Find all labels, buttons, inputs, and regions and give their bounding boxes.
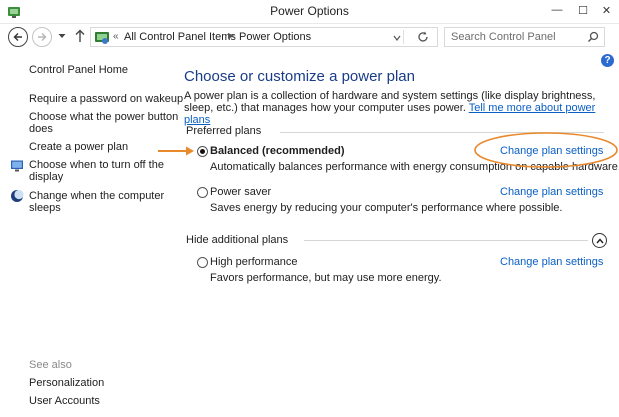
breadcrumb-separator[interactable]: ▶ xyxy=(228,31,234,40)
sidebar-power-button-line-1: Choose what the power button xyxy=(29,111,179,123)
sidebar-computer-sleeps-line-1: Change when the computer xyxy=(29,190,165,202)
close-button[interactable]: ✕ xyxy=(594,0,619,20)
chevron-down-icon[interactable] xyxy=(58,33,66,39)
page-title: Choose or customize a power plan xyxy=(184,68,415,85)
sidebar-require-password[interactable]: Require a password on wakeup xyxy=(29,93,183,105)
high-performance-radio[interactable] xyxy=(197,257,208,268)
breadcrumb-all-items[interactable]: All Control Panel Items xyxy=(124,31,236,43)
balanced-radio[interactable] xyxy=(197,146,208,157)
balanced-change-settings-link[interactable]: Change plan settings xyxy=(500,145,603,157)
moon-icon xyxy=(11,189,24,202)
path-overflow-chevron[interactable]: « xyxy=(113,31,119,42)
hide-additional-plans-label[interactable]: Hide additional plans xyxy=(186,234,288,246)
display-icon xyxy=(11,160,23,172)
intro-paragraph: A power plan is a collection of hardware… xyxy=(184,90,618,126)
high-performance-change-settings-link[interactable]: Change plan settings xyxy=(500,256,603,268)
main-content: ? Choose or customize a power plan A pow… xyxy=(170,50,619,417)
back-button[interactable] xyxy=(8,27,28,47)
window-title: Power Options xyxy=(270,4,349,18)
search-icon[interactable] xyxy=(587,31,599,43)
sidebar-computer-sleeps-line-2: sleeps xyxy=(29,202,61,214)
maximize-button[interactable]: ☐ xyxy=(570,0,596,20)
sidebar-power-button[interactable]: Choose what the power button does xyxy=(29,111,178,135)
sidebar-turn-off-display-line-2: display xyxy=(29,171,64,183)
sidebar-personalization[interactable]: Personalization xyxy=(29,377,104,389)
power-saver-plan-name[interactable]: Power saver xyxy=(210,186,271,198)
preferred-plans-label: Preferred plans xyxy=(186,125,262,137)
forward-button[interactable] xyxy=(32,27,52,47)
chevron-down-icon[interactable] xyxy=(393,32,401,44)
arrow-right-icon xyxy=(38,33,47,41)
sidebar-turn-off-display[interactable]: Choose when to turn off the display xyxy=(29,159,164,183)
balanced-plan-description: Automatically balances performance with … xyxy=(210,161,619,173)
address-path[interactable]: « All Control Panel Items ▶ Power Option… xyxy=(90,27,438,47)
see-also-heading: See also xyxy=(29,359,72,371)
power-saver-plan-description: Saves energy by reducing your computer's… xyxy=(210,202,563,214)
sidebar-power-button-line-2: does xyxy=(29,123,53,135)
minimize-button[interactable]: — xyxy=(544,0,570,20)
search-box[interactable] xyxy=(444,27,605,47)
balanced-plan-name[interactable]: Balanced (recommended) xyxy=(210,145,344,157)
arrow-up-icon[interactable] xyxy=(74,29,86,43)
search-input[interactable] xyxy=(445,28,585,46)
high-performance-plan-name[interactable]: High performance xyxy=(210,256,297,268)
sidebar-user-accounts[interactable]: User Accounts xyxy=(29,395,100,407)
power-saver-radio[interactable] xyxy=(197,187,208,198)
sidebar-create-plan[interactable]: Create a power plan xyxy=(29,141,128,153)
arrow-left-icon xyxy=(13,33,22,41)
collapse-plans-button[interactable] xyxy=(592,233,607,248)
high-performance-plan-description: Favors performance, but may use more ene… xyxy=(210,272,442,284)
additional-plans-divider xyxy=(304,240,588,241)
refresh-icon[interactable] xyxy=(417,31,429,43)
preferred-plans-divider xyxy=(280,132,604,133)
chevron-up-icon xyxy=(595,237,604,243)
title-bar: Power Options — ☐ ✕ xyxy=(0,0,619,24)
sidebar-turn-off-display-line-1: Choose when to turn off the xyxy=(29,159,164,171)
breadcrumb-power-options[interactable]: Power Options xyxy=(239,31,311,43)
power-saver-change-settings-link[interactable]: Change plan settings xyxy=(500,186,603,198)
sidebar-computer-sleeps[interactable]: Change when the computer sleeps xyxy=(29,190,164,214)
control-panel-icon xyxy=(95,32,109,44)
sidebar: Control Panel Home Require a password on… xyxy=(0,50,183,417)
help-icon[interactable]: ? xyxy=(601,54,614,67)
sidebar-control-panel-home[interactable]: Control Panel Home xyxy=(29,64,128,76)
path-divider xyxy=(403,30,404,44)
address-bar: « All Control Panel Items ▶ Power Option… xyxy=(0,24,619,50)
